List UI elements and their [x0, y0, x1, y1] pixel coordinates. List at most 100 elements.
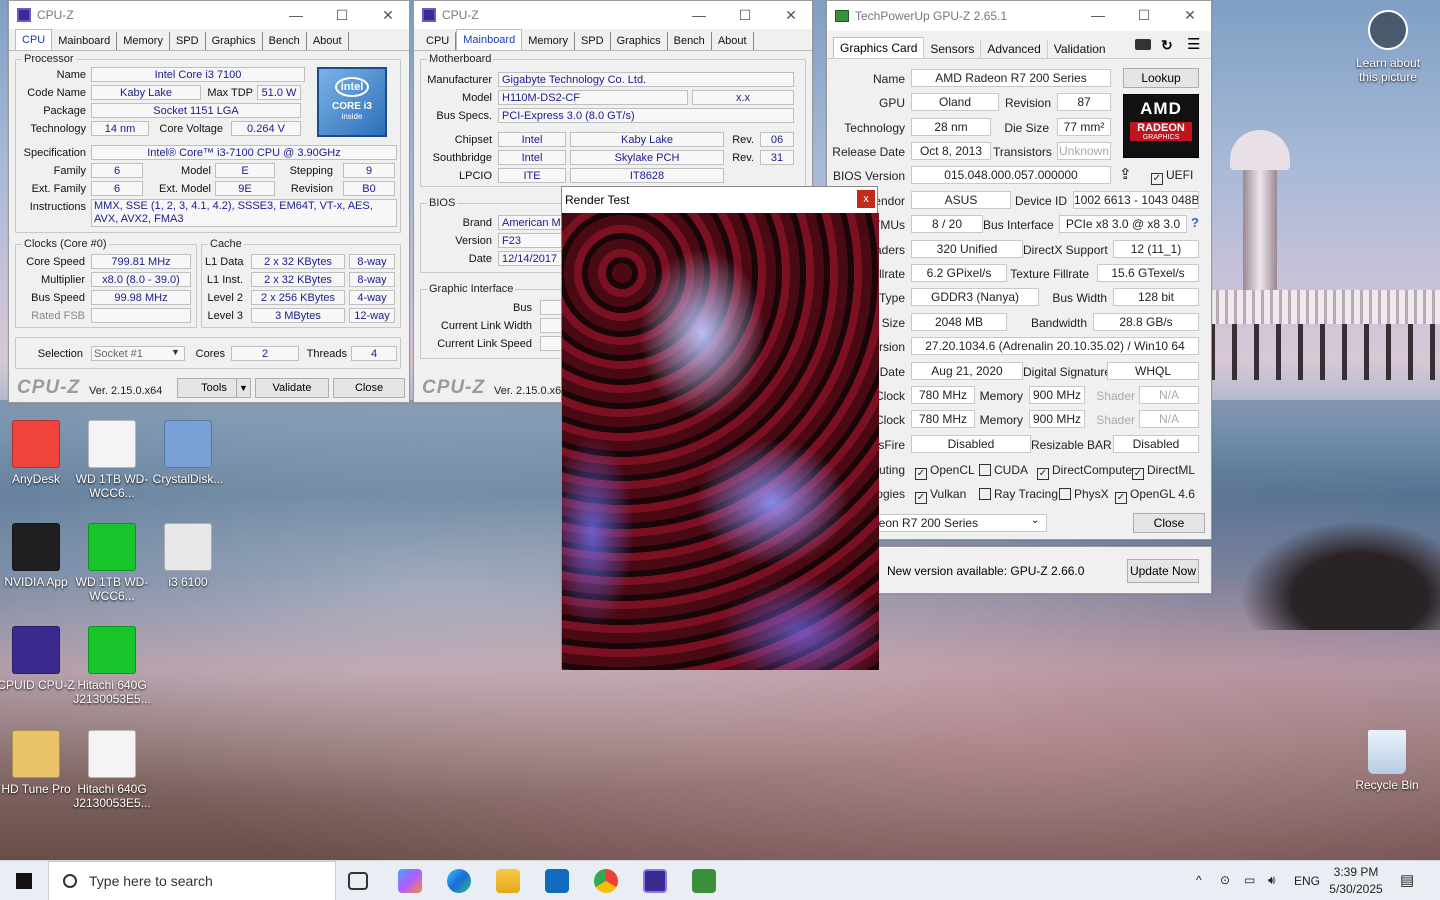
tab-cpu[interactable]: CPU [420, 32, 457, 50]
update-now-button[interactable]: Update Now [1127, 559, 1199, 583]
validate-button[interactable]: Validate [255, 378, 329, 398]
close-icon[interactable]: x [857, 190, 875, 208]
tmus-value: 8 / 20 [911, 215, 983, 233]
close-icon[interactable]: ✕ [1167, 1, 1213, 29]
cuda-checkbox: CUDA [979, 463, 1028, 477]
menu-icon[interactable]: ☰ [1187, 35, 1200, 53]
tab-advanced[interactable]: Advanced [981, 40, 1048, 58]
cpuz-titlebar[interactable]: CPU-Z — ☐ ✕ [9, 1, 409, 29]
close-icon[interactable]: ✕ [365, 1, 411, 29]
render-test-title[interactable]: Render Test [562, 187, 877, 213]
tab-validation[interactable]: Validation [1048, 40, 1112, 58]
checkbox-label: Ray Tracing [994, 487, 1059, 501]
cpuz-titlebar[interactable]: CPU-Z — ☐ ✕ [414, 1, 812, 29]
tools-button[interactable]: Tools ▼ [177, 378, 251, 398]
checkbox-label: CUDA [994, 463, 1029, 477]
chrome-icon[interactable] [594, 869, 618, 893]
minimize-button[interactable]: — [273, 1, 319, 29]
tab-graphics-card[interactable]: Graphics Card [833, 37, 925, 58]
minimize-button[interactable]: — [1075, 1, 1121, 29]
chevron-down-icon[interactable]: ▼ [171, 347, 180, 357]
tab-graphics[interactable]: Graphics [611, 32, 668, 50]
label: Shader [1096, 389, 1135, 403]
tab-spd[interactable]: SPD [575, 32, 611, 50]
tab-bar: CPU Mainboard Memory SPD Graphics Bench … [414, 29, 812, 51]
label: Bus [513, 302, 532, 314]
lookup-button[interactable]: Lookup [1123, 68, 1199, 88]
tab-about[interactable]: About [307, 32, 349, 50]
icon-label: Hitachi 640G J2130053E5... [73, 678, 151, 706]
clock-date[interactable]: 5/30/2025 [1326, 882, 1386, 896]
meet-icon[interactable]: ⊙ [1220, 873, 1230, 887]
graphics-brand-text: GRAPHICS [1130, 134, 1192, 141]
corespeed-value: 799.81 MHz [91, 254, 191, 269]
outlook-icon[interactable] [545, 869, 569, 893]
cpuz-brand-logo: CPU-Z [17, 377, 81, 398]
busspeed-value: 99.98 MHz [91, 290, 191, 305]
notifications-icon[interactable]: ▤ [1400, 871, 1414, 889]
tab-mainboard[interactable]: Mainboard [52, 32, 118, 50]
desktop-icon[interactable]: CrystalDisk... [143, 420, 233, 486]
gpuz-titlebar[interactable]: TechPowerUp GPU-Z 2.65.1 — ☐ ✕ [827, 1, 1211, 31]
gpuz-taskbar-icon[interactable] [692, 869, 716, 893]
gpu-select[interactable]: deon R7 200 Series [867, 514, 1047, 532]
desktop-icon[interactable]: Hitachi 640G J2130053E5... [67, 730, 157, 810]
crossfire-value: Disabled [911, 435, 1031, 453]
learn-about-picture[interactable]: Learn about this picture [1345, 10, 1431, 84]
label: Die Size [1004, 121, 1049, 135]
maximize-button[interactable]: ☐ [722, 1, 768, 29]
tab-bench[interactable]: Bench [263, 32, 307, 50]
cpuz-taskbar-icon[interactable] [643, 869, 667, 893]
tab-memory[interactable]: Memory [117, 32, 170, 50]
southbridge-name: Skylake PCH [570, 150, 724, 165]
chevron-down-icon[interactable]: ⌄ [1031, 515, 1039, 526]
cpuz-brand-logo: CPU-Z [422, 377, 486, 398]
edge-icon[interactable] [447, 869, 471, 893]
tab-bench[interactable]: Bench [668, 32, 712, 50]
clock-time[interactable]: 3:39 PM [1330, 865, 1382, 879]
checkbox-label: DirectCompute [1052, 463, 1133, 477]
gpuz-close-button[interactable]: Close [1133, 513, 1205, 533]
search-icon [63, 874, 77, 888]
camera-icon[interactable] [1135, 39, 1151, 50]
label: Current Link Width [440, 320, 532, 332]
refresh-icon[interactable]: ↻ [1161, 37, 1173, 54]
tab-sensors[interactable]: Sensors [924, 40, 982, 58]
version-text: Ver. 2.15.0.x64 [89, 385, 163, 397]
help-icon[interactable]: ? [1191, 215, 1199, 230]
share-icon[interactable]: ⇪ [1119, 165, 1132, 183]
file-explorer-icon[interactable] [496, 869, 520, 893]
desktop-icon[interactable]: i3 6100 [143, 523, 233, 589]
label: Manufacturer [427, 74, 492, 86]
opencl-checkbox: ✓ OpenCL [915, 463, 975, 480]
chevron-up-icon[interactable]: ^ [1196, 873, 1202, 887]
digitalsignature-value: WHQL [1107, 362, 1199, 380]
tab-graphics[interactable]: Graphics [206, 32, 263, 50]
label: Technology [844, 121, 905, 135]
desktop-icon-image [12, 626, 60, 674]
tab-about[interactable]: About [712, 32, 754, 50]
tab-cpu[interactable]: CPU [15, 29, 53, 50]
desktop-icon[interactable]: Hitachi 640G J2130053E5... [67, 626, 157, 706]
tab-mainboard[interactable]: Mainboard [456, 29, 523, 50]
desktop-icon-image [12, 523, 60, 571]
windows-start-icon[interactable] [16, 873, 32, 889]
tab-spd[interactable]: SPD [170, 32, 206, 50]
maximize-button[interactable]: ☐ [319, 1, 365, 29]
task-view-icon[interactable] [348, 872, 368, 890]
copilot-icon[interactable] [398, 869, 422, 893]
chipset-vendor: Intel [498, 132, 566, 147]
close-button[interactable]: Close [333, 378, 405, 398]
volume-icon[interactable]: 🔊︎ [1268, 873, 1276, 888]
network-icon[interactable]: ▭ [1244, 873, 1255, 887]
recycle-bin-icon[interactable]: Recycle Bin [1342, 730, 1432, 792]
close-icon[interactable]: ✕ [768, 1, 814, 29]
search-box[interactable]: Type here to search [48, 861, 336, 900]
maximize-button[interactable]: ☐ [1121, 1, 1167, 29]
l1data-ways: 8-way [349, 254, 395, 269]
language-indicator[interactable]: ENG [1294, 874, 1320, 888]
tab-memory[interactable]: Memory [522, 32, 575, 50]
checkbox-icon [1059, 488, 1071, 500]
minimize-button[interactable]: — [676, 1, 722, 29]
intel-core-i3-logo: intel CORE i3 inside [317, 67, 387, 137]
